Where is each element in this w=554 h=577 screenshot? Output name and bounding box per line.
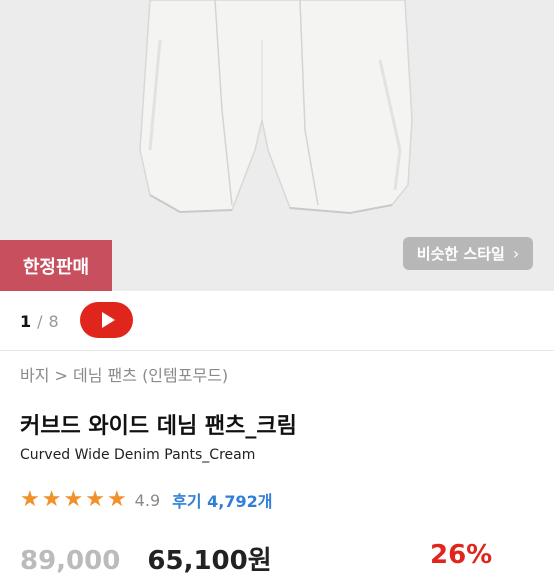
star-icon: ★	[20, 487, 40, 512]
limited-sale-badge: 한정판매	[0, 240, 112, 291]
sale-price: 65,100원	[147, 546, 272, 576]
pager-separator: /	[37, 311, 43, 331]
rating-score: 4.9	[134, 490, 161, 510]
star-icon: ★	[85, 487, 105, 512]
review-count: 4,792개	[207, 492, 273, 511]
original-price: 89,000	[20, 546, 121, 576]
rating-row: ★ ★ ★ ★ ★ 4.9 후기 4,792개	[20, 487, 273, 513]
star-icon: ★	[63, 487, 84, 512]
video-play-button[interactable]	[80, 302, 133, 338]
pager-total: 8	[48, 311, 59, 331]
product-image[interactable]: 한정판매 비슷한 스타일 ›	[0, 0, 554, 291]
product-title: 커브드 와이드 데님 팬츠_크림	[20, 414, 297, 439]
pager-current: 1	[20, 311, 32, 331]
price-row: 89,000 65,100원 26%	[20, 540, 540, 576]
chevron-right-icon: ›	[512, 244, 520, 263]
breadcrumb[interactable]: 바지 > 데님 팬츠 (인템포무드)	[20, 362, 228, 386]
review-label: 후기	[172, 492, 202, 511]
divider	[0, 350, 554, 351]
star-icon: ★	[106, 487, 127, 512]
similar-style-label: 비슷한 스타일	[416, 245, 505, 263]
star-rating: ★ ★ ★ ★ ★	[20, 489, 127, 511]
star-icon: ★	[41, 487, 62, 512]
similar-style-button[interactable]: 비슷한 스타일 ›	[403, 237, 533, 270]
review-link[interactable]: 후기 4,792개	[172, 488, 272, 512]
product-subtitle: Curved Wide Denim Pants_Cream	[20, 447, 256, 463]
image-pager: 1 / 8	[20, 309, 59, 333]
discount-rate: 26%	[430, 540, 493, 570]
